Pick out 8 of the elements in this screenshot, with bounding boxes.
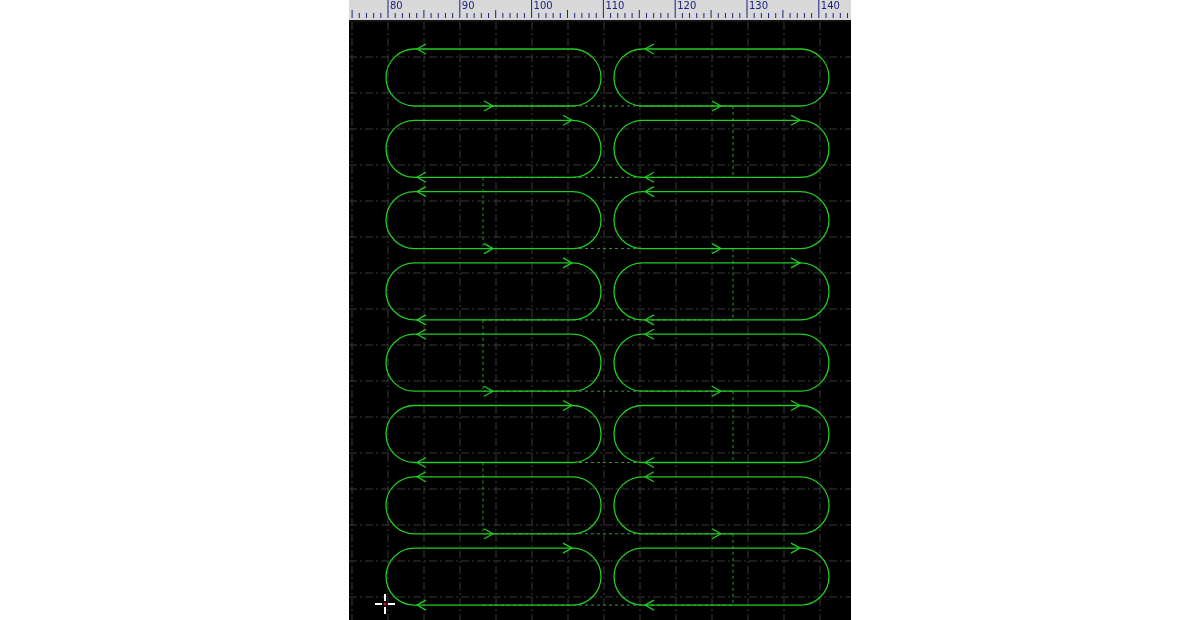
- ruler-label: 130: [749, 0, 769, 12]
- ruler-label: 90: [461, 0, 475, 12]
- ruler-label: 100: [533, 0, 553, 12]
- ruler-label: 80: [390, 0, 403, 12]
- ruler-label: 110: [605, 0, 625, 12]
- ruler-label: 140: [820, 0, 840, 12]
- crosshair-icon: [374, 593, 396, 615]
- ruler-label: 120: [677, 0, 697, 12]
